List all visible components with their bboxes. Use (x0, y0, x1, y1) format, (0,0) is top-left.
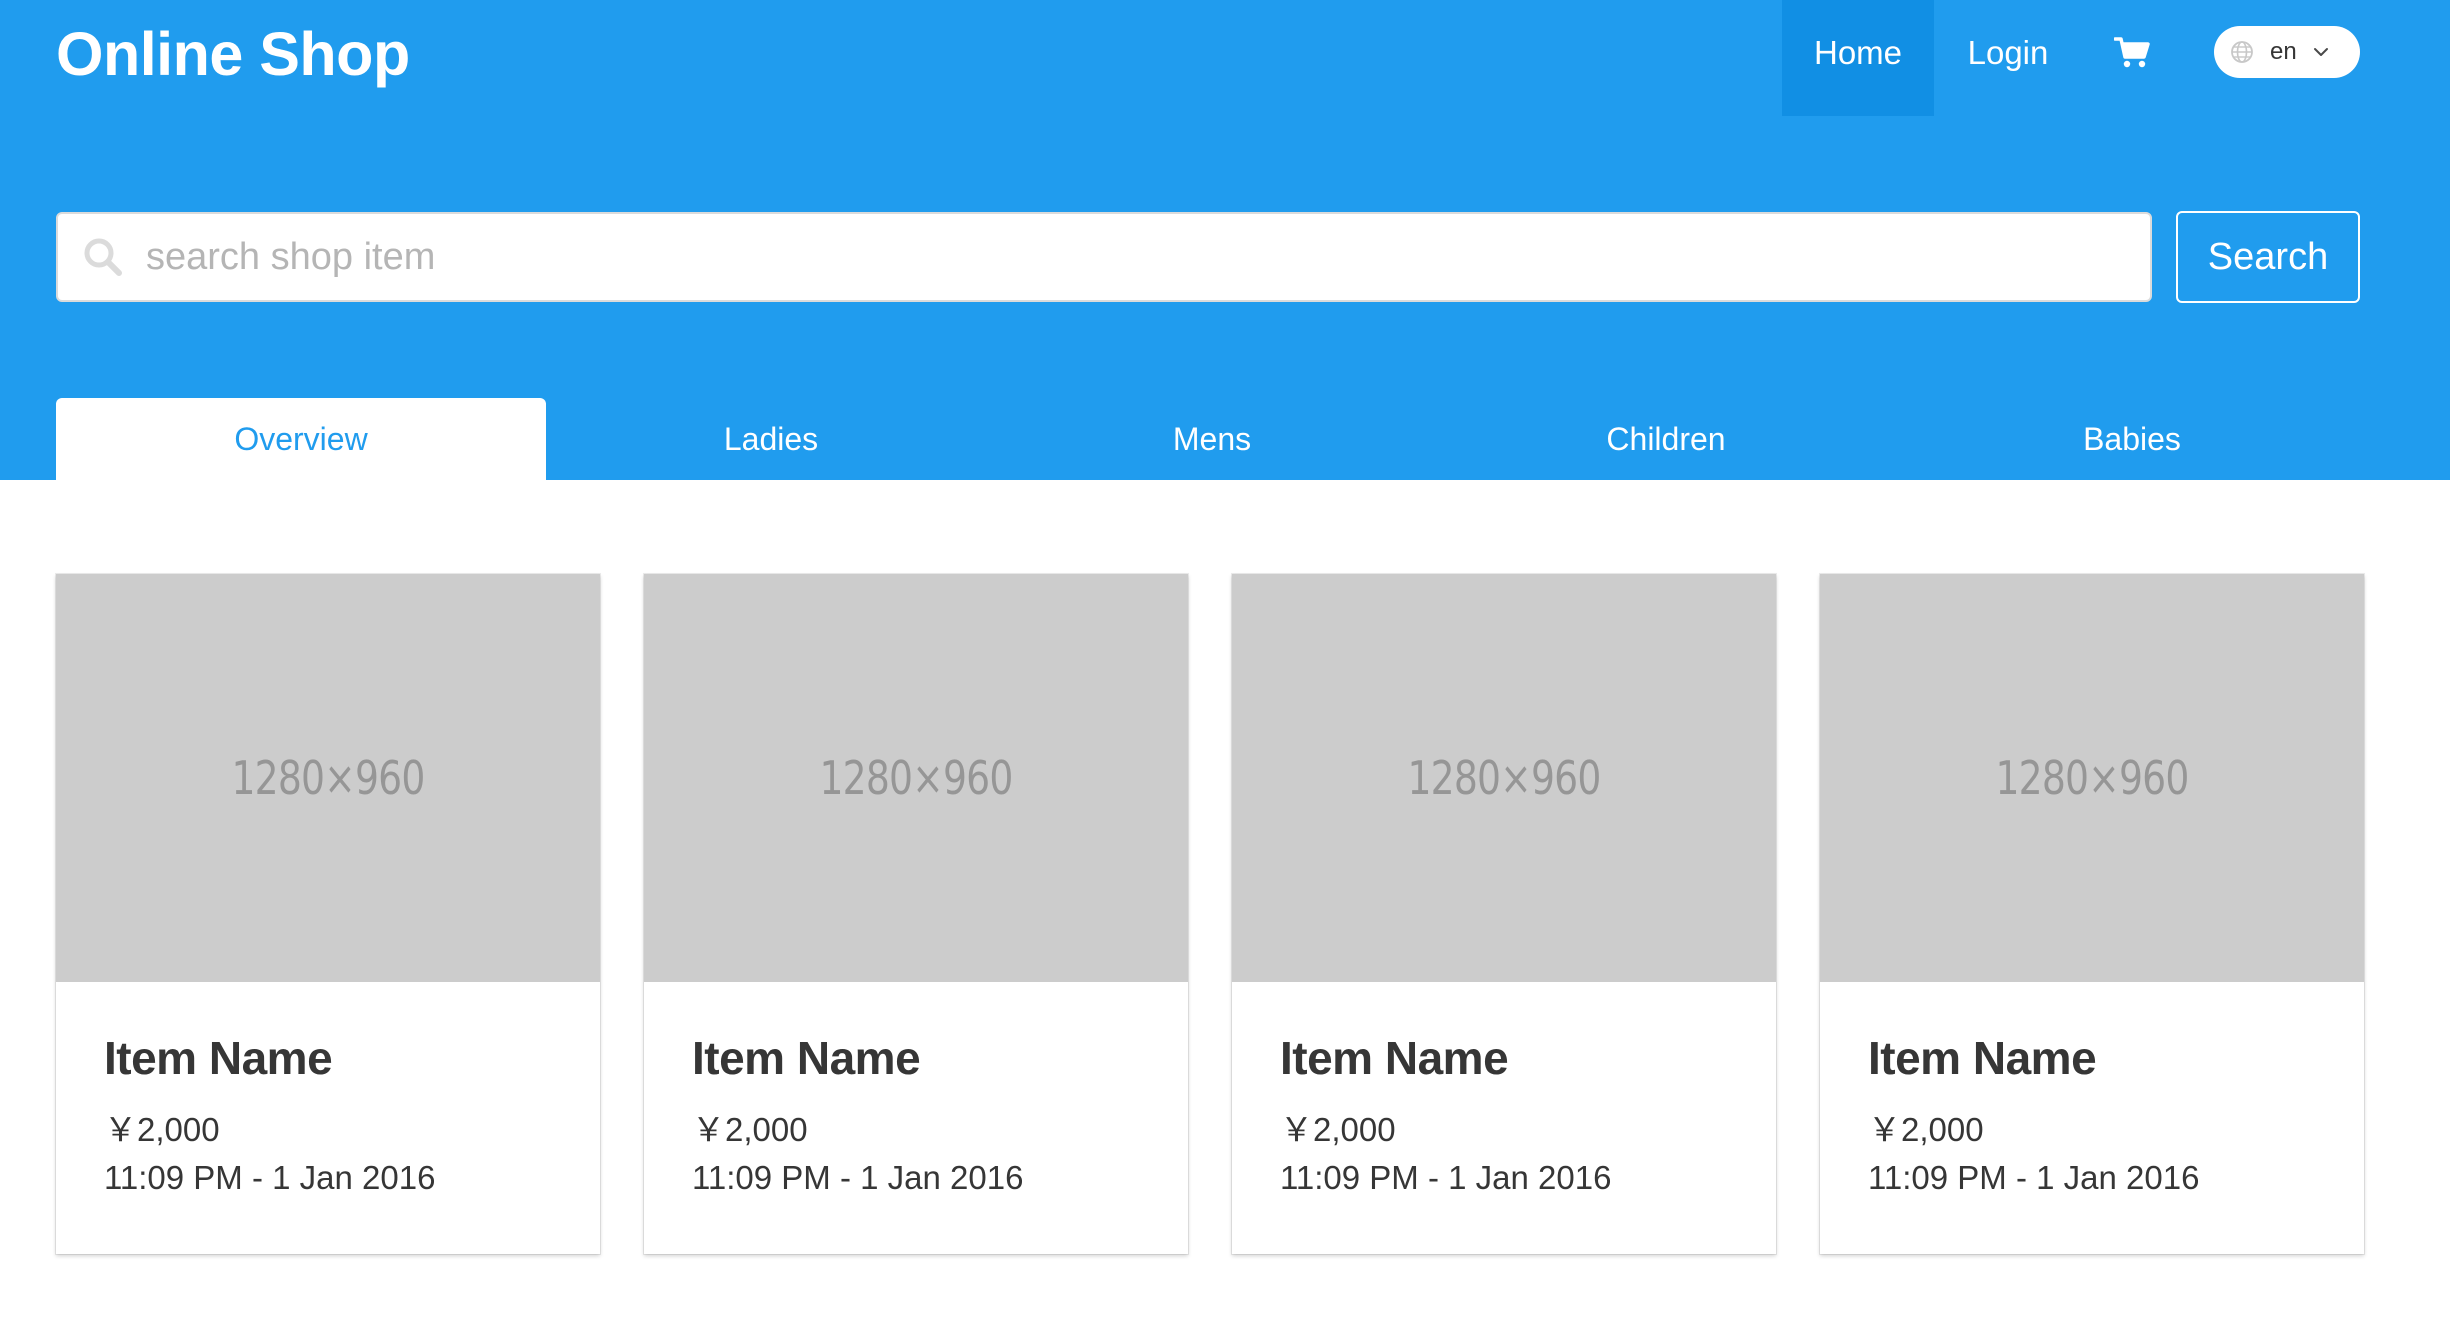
tab-ladies[interactable]: Ladies (546, 398, 996, 480)
product-image-placeholder: 1280×960 (1232, 574, 1776, 982)
language-value: en (2270, 38, 2297, 65)
product-image-label: 1280×960 (1280, 574, 1728, 982)
search-icon (82, 236, 124, 278)
product-date: 11:09 PM - 1 Jan 2016 (692, 1159, 1024, 1196)
product-image-placeholder: 1280×960 (56, 574, 600, 982)
cart-link[interactable] (2082, 0, 2182, 106)
product-image-label: 1280×960 (692, 574, 1140, 982)
product-image-placeholder: 1280×960 (644, 574, 1188, 982)
product-price: ￥2,000 (692, 1111, 808, 1148)
search-button[interactable]: Search (2176, 211, 2360, 303)
globe-icon (2231, 41, 2253, 63)
tab-mens[interactable]: Mens (996, 398, 1428, 480)
chevron-down-icon (2313, 48, 2328, 56)
product-card[interactable]: 1280×960 Item Name ￥2,000 11:09 PM - 1 J… (644, 574, 1188, 1254)
product-image-placeholder: 1280×960 (1820, 574, 2364, 982)
product-date: 11:09 PM - 1 Jan 2016 (1868, 1159, 2200, 1196)
nav-home-link[interactable]: Home (1782, 0, 1934, 116)
product-name: Item Name (692, 1032, 921, 1084)
product-name: Item Name (1868, 1032, 2097, 1084)
product-card[interactable]: 1280×960 Item Name ￥2,000 11:09 PM - 1 J… (1232, 574, 1776, 1254)
product-price: ￥2,000 (1280, 1111, 1396, 1148)
product-name: Item Name (1280, 1032, 1509, 1084)
site-title[interactable]: Online Shop (56, 18, 410, 90)
search-field (56, 212, 2152, 302)
tab-babies[interactable]: Babies (1904, 398, 2360, 480)
product-date: 11:09 PM - 1 Jan 2016 (1280, 1159, 1612, 1196)
language-select[interactable]: en (2214, 26, 2360, 78)
product-card[interactable]: 1280×960 Item Name ￥2,000 11:09 PM - 1 J… (1820, 574, 2364, 1254)
product-date: 11:09 PM - 1 Jan 2016 (104, 1159, 436, 1196)
cart-icon (2114, 37, 2150, 68)
product-image-label: 1280×960 (1868, 574, 2316, 982)
product-card[interactable]: 1280×960 Item Name ￥2,000 11:09 PM - 1 J… (56, 574, 600, 1254)
product-price: ￥2,000 (1868, 1111, 1984, 1148)
product-image-label: 1280×960 (104, 574, 552, 982)
tab-children[interactable]: Children (1428, 398, 1904, 480)
nav-login-link[interactable]: Login (1934, 0, 2082, 116)
product-price: ￥2,000 (104, 1111, 220, 1148)
product-name: Item Name (104, 1032, 333, 1084)
tab-overview[interactable]: Overview (56, 398, 546, 480)
search-input[interactable] (146, 214, 2136, 300)
hero-header: Online Shop Home Login en search shop it… (0, 0, 2450, 480)
